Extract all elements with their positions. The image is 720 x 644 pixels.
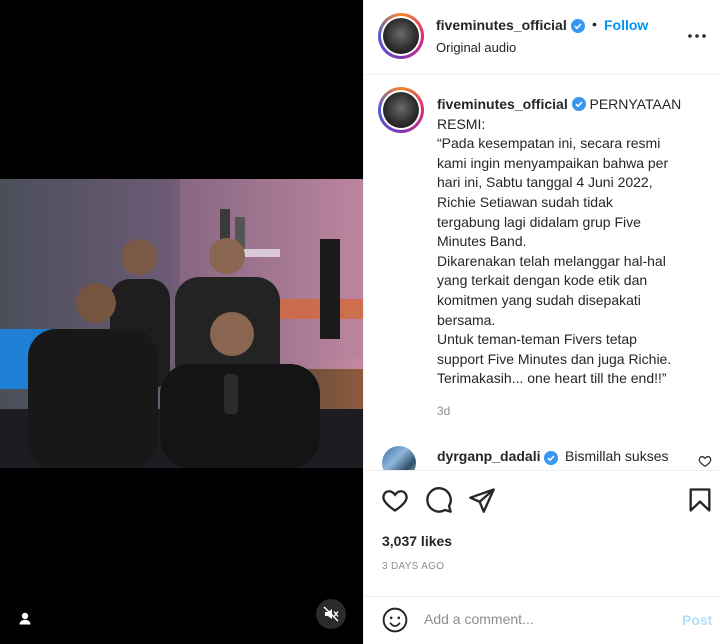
audio-label[interactable]: Original audio	[436, 40, 516, 55]
caption-line: kami ingin menyampaikan bahwa per	[437, 154, 669, 171]
commenter-avatar[interactable]	[382, 446, 416, 470]
caption-line: hari ini, Sabtu tanggal 4 Juni 2022,	[437, 174, 653, 191]
comment-text: Bismillah sukses	[565, 448, 669, 464]
comments-section[interactable]: fiveminutes_official PERNYATAAN RESMI: “…	[364, 76, 720, 470]
caption-line: komitmen yang sudah disepakati	[437, 291, 641, 308]
caption-line: Minutes Band.	[437, 233, 527, 250]
post-media[interactable]	[0, 0, 363, 644]
like-comment-heart-icon[interactable]	[698, 454, 712, 468]
caption-line: PERNYATAAN	[589, 96, 682, 112]
mute-button[interactable]	[316, 599, 346, 629]
video-player[interactable]	[0, 179, 363, 468]
save-bookmark-icon[interactable]	[686, 486, 714, 514]
caption-line: support Five Minutes dan juga Richie.	[437, 350, 672, 367]
verified-badge-icon	[544, 451, 558, 465]
post-date: 3 DAYS AGO	[382, 561, 445, 572]
add-comment-bar: Post	[364, 596, 720, 644]
caption-line: bersama.	[437, 311, 496, 328]
caption-line: Dikarenakan telah melanggar hal-hal	[437, 252, 666, 269]
likes-count[interactable]: 3,037 likes	[382, 533, 452, 549]
follow-button[interactable]: Follow	[604, 17, 648, 33]
comment-input[interactable]	[424, 611, 664, 627]
comment-bubble-icon[interactable]	[425, 486, 453, 514]
post-comment-button[interactable]: Post	[682, 612, 712, 628]
caption-line: “Pada kesempatan ini, secara resmi	[437, 135, 661, 152]
like-heart-icon[interactable]	[381, 486, 409, 514]
post-details-panel: fiveminutes_official • Follow Original a…	[363, 0, 720, 644]
verified-badge-icon	[571, 19, 585, 33]
caption-line: Untuk teman-teman Fivers tetap	[437, 331, 637, 348]
caption-author-avatar[interactable]	[378, 87, 424, 133]
post-actions: 3,037 likes 3 DAYS AGO	[364, 470, 720, 596]
tagged-users-icon[interactable]	[14, 608, 36, 630]
caption-line: Richie Setiawan sudah tidak	[437, 193, 613, 210]
separator-dot: •	[592, 16, 597, 32]
caption-line: Terimakasih... one heart till the end!!”	[437, 370, 667, 387]
caption-author[interactable]: fiveminutes_official	[437, 96, 568, 112]
post-caption: fiveminutes_official PERNYATAAN RESMI: “…	[437, 95, 707, 389]
emoji-icon[interactable]	[382, 607, 408, 633]
caption-line: RESMI:	[437, 115, 486, 132]
share-paper-plane-icon[interactable]	[468, 486, 496, 514]
post-header: fiveminutes_official • Follow Original a…	[364, 0, 720, 75]
verified-badge-icon	[571, 97, 586, 111]
video-frame	[0, 179, 363, 468]
caption-line: tergabung lagi didalam grup Five	[437, 213, 641, 230]
caption-line: yang terkait dengan kode etik dan	[437, 272, 648, 289]
more-options-icon[interactable]	[687, 28, 707, 44]
author-username[interactable]: fiveminutes_official	[436, 17, 567, 33]
caption-timestamp[interactable]: 3d	[437, 404, 450, 418]
speaker-muted-icon	[323, 606, 339, 622]
author-avatar[interactable]	[378, 13, 424, 59]
commenter-username[interactable]: dyrganp_dadali	[437, 448, 540, 464]
